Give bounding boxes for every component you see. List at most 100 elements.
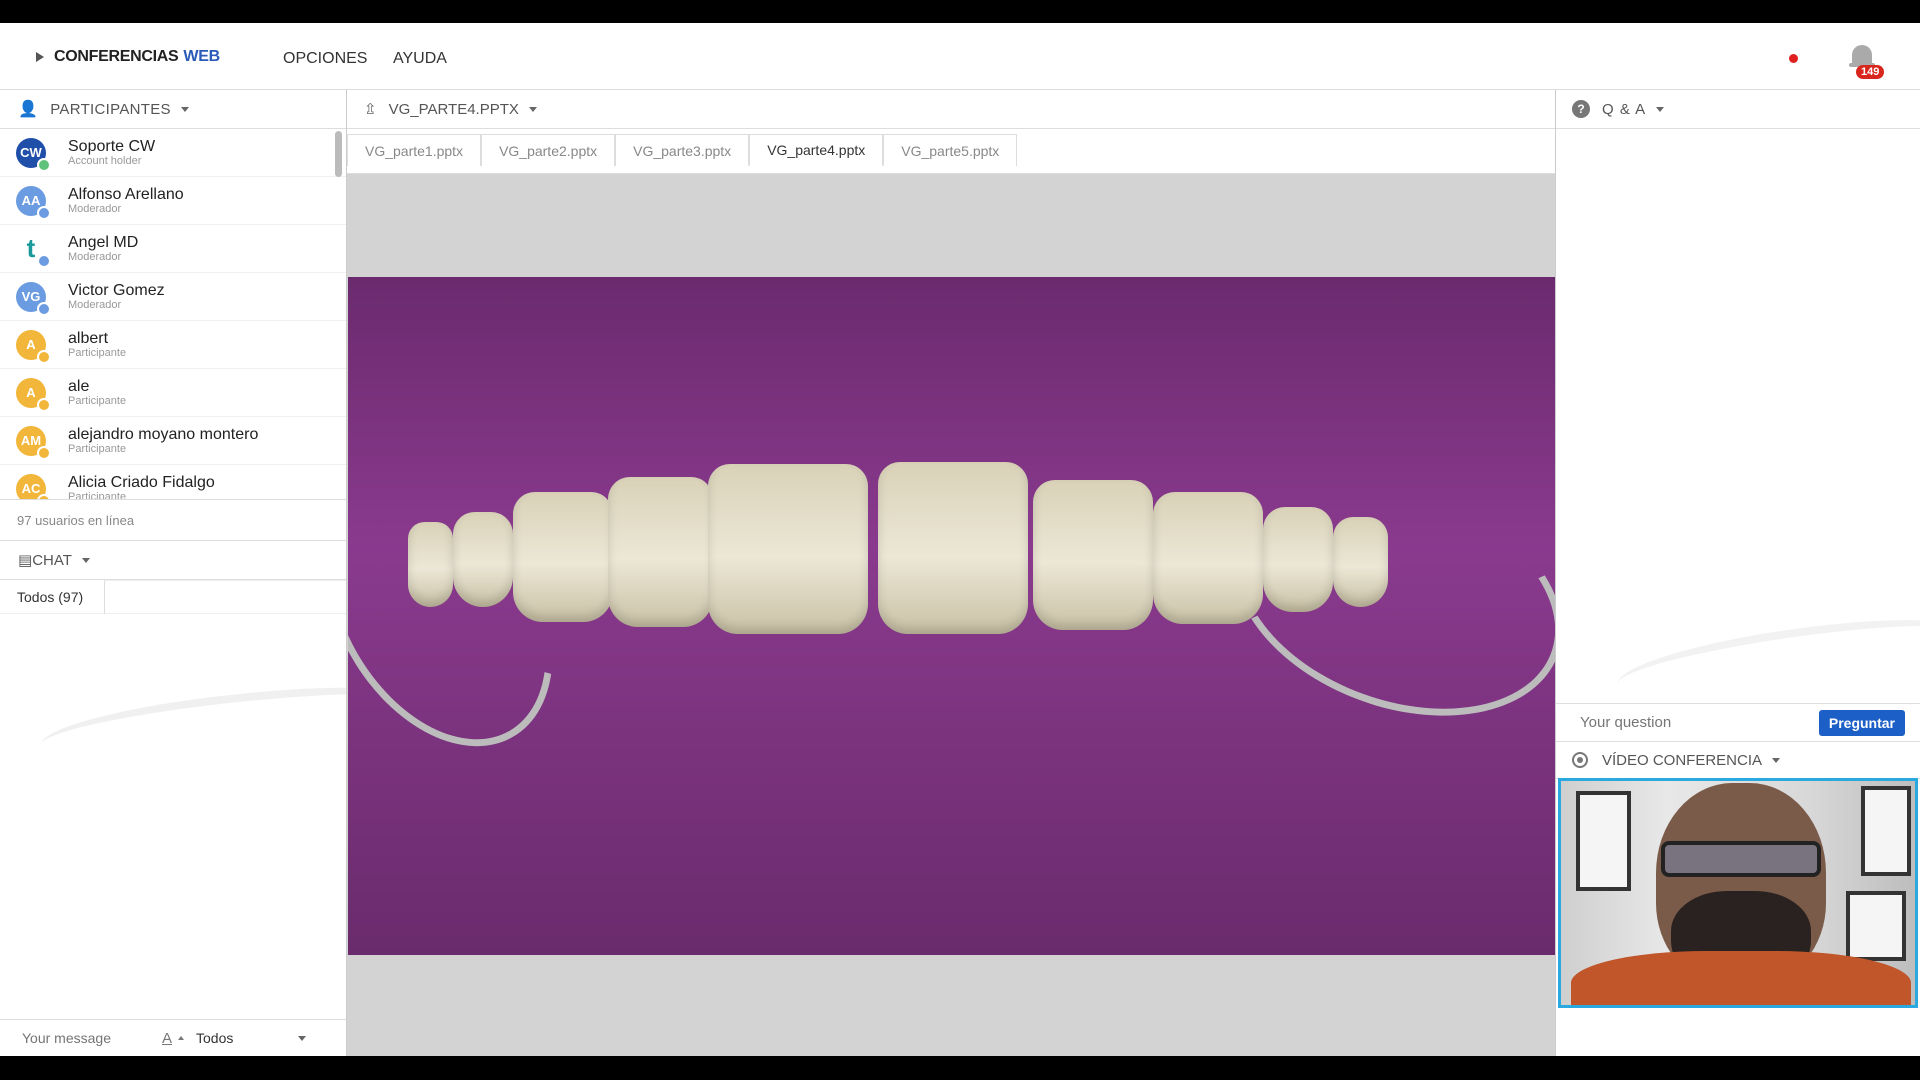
role-badge-icon xyxy=(37,157,51,172)
presentation-area: ⇫ VG_PARTE4.PPTX VG_parte1.pptx VG_parte2… xyxy=(347,90,1556,1056)
chat-title: CHAT xyxy=(32,551,72,569)
participant-row[interactable]: CW Soporte CW Account holder xyxy=(0,129,346,177)
notification-badge: 149 xyxy=(1856,65,1885,79)
participant-name: Angel MD xyxy=(68,233,139,251)
video-conference-header[interactable]: VÍDEO CONFERENCIA xyxy=(1556,742,1920,779)
document-tab[interactable]: VG_parte5.pptx xyxy=(883,134,1018,166)
left-panel: 👤 PARTICIPANTES CW Soporte CW Account hold… xyxy=(0,90,347,1056)
avatar: AM xyxy=(16,425,51,460)
document-tab[interactable]: VG_parte1.pptx xyxy=(347,134,482,166)
chevron-down-icon xyxy=(81,557,90,563)
watermark-swoosh xyxy=(1613,604,1920,703)
avatar: A xyxy=(16,377,51,412)
video-conference-title: VÍDEO CONFERENCIA xyxy=(1602,751,1763,769)
participants-list: CW Soporte CW Account holder AA Alfonso Arel… xyxy=(0,129,346,499)
qa-questions-list xyxy=(1556,129,1920,703)
chat-icon: ▤ xyxy=(18,552,33,569)
top-black-bar xyxy=(0,0,1920,23)
avatar: AA xyxy=(16,185,51,220)
recipient-value: Todos xyxy=(196,1030,234,1046)
qa-title: Q & A xyxy=(1602,100,1647,118)
participant-role: Moderador xyxy=(68,251,122,264)
qa-header[interactable]: ? Q & A xyxy=(1556,90,1920,129)
role-badge-icon xyxy=(37,493,51,499)
participant-row[interactable]: AM alejandro moyano montero Participante xyxy=(0,417,346,465)
chat-tabs: Todos (97) xyxy=(0,579,346,614)
role-badge-icon xyxy=(37,349,51,364)
chat-messages xyxy=(0,614,346,1020)
avatar: t xyxy=(16,233,51,268)
document-tabs: VG_parte1.pptx VG_parte2.pptx VG_parte3.pp… xyxy=(347,129,1555,174)
chat-header[interactable]: ▤ CHAT xyxy=(0,541,346,580)
online-count: 97 usuarios en línea xyxy=(0,499,346,541)
participant-row[interactable]: AA Alfonso Arellano Moderador xyxy=(0,177,346,225)
video-icon xyxy=(1572,752,1588,768)
participant-name: alejandro moyano montero xyxy=(68,425,259,443)
participant-name: Soporte CW xyxy=(68,137,156,155)
participant-role: Participante xyxy=(68,443,127,456)
role-badge-icon xyxy=(37,445,51,460)
avatar: A xyxy=(16,329,51,364)
play-icon xyxy=(36,52,44,62)
chat-filter-field[interactable] xyxy=(104,579,346,614)
chevron-down-icon xyxy=(180,106,189,112)
participant-name: Victor Gomez xyxy=(68,281,165,299)
app-header: CONFERENCIAS WEB OPCIONES AYUDA 149 xyxy=(0,23,1920,90)
qa-input-row: Preguntar xyxy=(1556,703,1920,742)
recording-indicator xyxy=(1789,54,1798,63)
slide-image xyxy=(348,277,1555,955)
menu-ayuda[interactable]: AYUDA xyxy=(393,50,447,68)
participant-name: Alfonso Arellano xyxy=(68,185,184,203)
bottom-black-bar xyxy=(0,1056,1920,1080)
avatar: AC xyxy=(16,473,51,499)
recipient-select[interactable]: Todos xyxy=(196,1030,307,1046)
chat-tab-todos[interactable]: Todos (97) xyxy=(0,589,104,605)
ask-button[interactable]: Preguntar xyxy=(1818,709,1905,736)
watermark-swoosh xyxy=(37,673,346,775)
participant-row[interactable]: AC Alicia Criado Fidalgo Participante xyxy=(0,465,346,499)
participant-role: Account holder xyxy=(68,155,142,168)
participant-row[interactable]: Aale Participante xyxy=(0,369,346,417)
chevron-down-icon xyxy=(1656,106,1665,112)
participants-scrollbar[interactable] xyxy=(335,131,342,177)
presentation-header[interactable]: ⇫ VG_PARTE4.PPTX xyxy=(347,90,1555,129)
presentation-title: VG_PARTE4.PPTX xyxy=(388,100,519,118)
participant-name: albert xyxy=(68,329,109,347)
document-tab[interactable]: VG_parte4.pptx xyxy=(749,134,884,166)
participant-role: Participante xyxy=(68,491,127,499)
role-badge-icon xyxy=(37,301,51,316)
app-logo[interactable]: CONFERENCIAS WEB xyxy=(36,48,220,66)
participant-role: Participante xyxy=(68,395,127,408)
role-badge-icon xyxy=(37,205,51,220)
logo-main-text: CONFERENCIAS xyxy=(54,48,179,65)
share-icon: ⇫ xyxy=(364,101,377,118)
question-input[interactable] xyxy=(1580,714,1780,731)
question-icon: ? xyxy=(1572,100,1590,118)
logo-accent-text: WEB xyxy=(183,48,220,65)
chevron-up-icon[interactable] xyxy=(178,1036,185,1040)
chevron-down-icon xyxy=(528,106,537,112)
participant-role: Participante xyxy=(68,347,127,360)
chat-input-row: A Todos xyxy=(0,1019,346,1056)
menu-opciones[interactable]: OPCIONES xyxy=(283,50,367,68)
document-tab[interactable]: VG_parte3.pptx xyxy=(615,134,750,166)
participant-name: Alicia Criado Fidalgo xyxy=(68,473,215,491)
teeth-photo xyxy=(408,462,1508,652)
participant-row[interactable]: Aalbert Participante xyxy=(0,321,346,369)
font-style-button[interactable]: A xyxy=(162,1030,172,1047)
document-tab[interactable]: VG_parte2.pptx xyxy=(481,134,616,166)
chevron-down-icon xyxy=(1772,757,1781,763)
participant-name: ale xyxy=(68,377,90,395)
chat-message-input[interactable] xyxy=(0,1030,140,1046)
participant-role: Moderador xyxy=(68,299,122,312)
participants-header[interactable]: 👤 PARTICIPANTES xyxy=(0,90,346,129)
user-icon: 👤 xyxy=(18,101,39,118)
participant-row[interactable]: t Angel MD Moderador xyxy=(0,225,346,273)
avatar: VG xyxy=(16,281,51,316)
chevron-down-icon xyxy=(298,1035,307,1041)
avatar: CW xyxy=(16,137,51,172)
participants-title: PARTICIPANTES xyxy=(50,100,171,118)
role-badge-icon xyxy=(37,253,51,268)
participant-row[interactable]: VG Victor Gomez Moderador xyxy=(0,273,346,321)
speaker-video[interactable] xyxy=(1558,778,1918,1008)
